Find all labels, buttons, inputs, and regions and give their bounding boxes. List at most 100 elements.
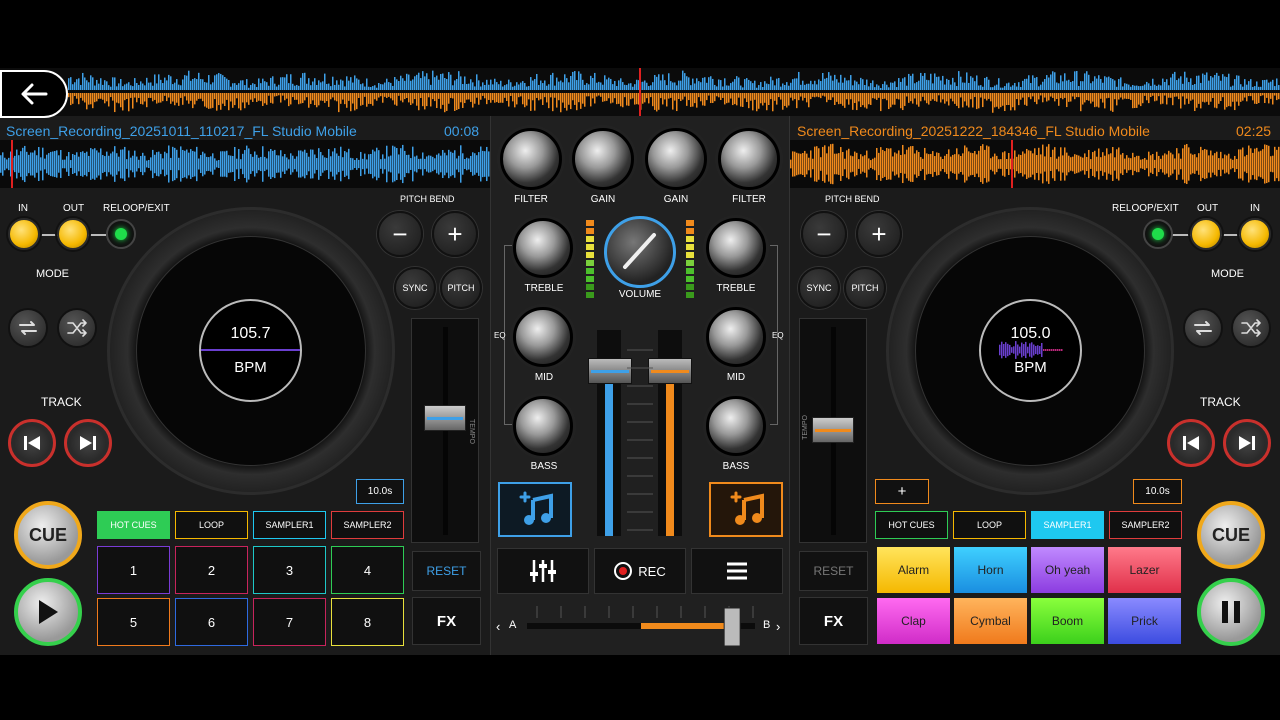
- hot-cue-pad-4[interactable]: 4: [331, 546, 404, 594]
- mixer-settings-button[interactable]: [497, 548, 589, 594]
- waveform-bar: [822, 146, 824, 182]
- hot-cue-pad-3[interactable]: 3: [253, 546, 326, 594]
- pitch-bend-minus-button-right[interactable]: −: [801, 211, 847, 257]
- pitch-button-right[interactable]: PITCH: [844, 267, 886, 309]
- sample-pad-horn[interactable]: Horn: [954, 547, 1027, 593]
- sample-pad-oh-yeah[interactable]: Oh yeah: [1031, 547, 1104, 593]
- waveform-bar: [384, 93, 386, 97]
- waveform-bar: [866, 150, 868, 178]
- overview-waveform[interactable]: [0, 68, 1280, 116]
- master-volume-knob[interactable]: [604, 216, 676, 288]
- menu-button[interactable]: [691, 548, 783, 594]
- reloop-button-left[interactable]: [106, 219, 136, 249]
- play-button-left[interactable]: [14, 578, 82, 646]
- waveform-bar: [782, 93, 784, 110]
- tab-sampler2-right[interactable]: SAMPLER2: [1109, 511, 1182, 539]
- crossfader-right-arrow[interactable]: ›: [776, 619, 780, 634]
- right-track-title: Screen_Recording_20251222_184346_FL Stud…: [797, 123, 1150, 139]
- previous-track-button-right[interactable]: [1167, 419, 1215, 467]
- gain-knob-right[interactable]: [645, 128, 707, 190]
- pitch-bend-plus-button-left[interactable]: +: [432, 211, 478, 257]
- waveform-bar: [1264, 79, 1266, 90]
- plus-icon: +: [871, 218, 887, 249]
- waveform-bar: [582, 93, 584, 104]
- waveform-bar: [514, 93, 516, 108]
- right-deck-waveform[interactable]: [790, 140, 1280, 188]
- load-track-button-left[interactable]: [498, 482, 572, 537]
- in-button-right[interactable]: [1239, 218, 1271, 250]
- sample-pad-lazer[interactable]: Lazer: [1108, 547, 1181, 593]
- hot-cue-pad-8[interactable]: 8: [331, 598, 404, 646]
- bass-knob-left[interactable]: [513, 396, 573, 456]
- tempo-handle-right[interactable]: [812, 417, 854, 443]
- record-button[interactable]: REC: [594, 548, 686, 594]
- sample-pad-boom[interactable]: Boom: [1031, 598, 1104, 644]
- mid-knob-right[interactable]: [706, 307, 766, 367]
- cue-button-left[interactable]: CUE: [14, 501, 82, 569]
- hot-cue-pad-7[interactable]: 7: [253, 598, 326, 646]
- filter-knob-left[interactable]: [500, 128, 562, 190]
- crossfader-left-arrow[interactable]: ‹: [496, 619, 500, 634]
- sample-pad-prick[interactable]: Prick: [1108, 598, 1181, 644]
- sample-pad-alarm[interactable]: Alarm: [877, 547, 950, 593]
- tab-hot-cues-right[interactable]: HOT CUES: [875, 511, 948, 539]
- mid-knob-left[interactable]: [513, 307, 573, 367]
- out-button-left[interactable]: [57, 218, 89, 250]
- repeat-mode-button-left[interactable]: [8, 308, 48, 348]
- hot-cue-pad-6[interactable]: 6: [175, 598, 248, 646]
- reset-button-right[interactable]: RESET: [799, 551, 868, 591]
- add-sample-button-right[interactable]: +: [875, 479, 929, 504]
- fx-button-left[interactable]: FX: [412, 597, 481, 645]
- tab-sampler2-left[interactable]: SAMPLER2: [331, 511, 404, 539]
- left-deck-waveform[interactable]: [0, 140, 490, 188]
- treble-knob-left[interactable]: [513, 218, 573, 278]
- waveform-bar: [206, 156, 208, 172]
- tab-hot-cues-left[interactable]: HOT CUES: [97, 511, 170, 539]
- gain-knob-left[interactable]: [572, 128, 634, 190]
- waveform-bar: [212, 153, 214, 175]
- sync-button-left[interactable]: SYNC: [394, 267, 436, 309]
- back-button[interactable]: [0, 70, 68, 118]
- fx-button-right[interactable]: FX: [799, 597, 868, 645]
- shuffle-mode-button-left[interactable]: [57, 308, 97, 348]
- next-track-button-left[interactable]: [64, 419, 112, 467]
- waveform-bar: [530, 77, 532, 90]
- hot-cue-pad-5[interactable]: 5: [97, 598, 170, 646]
- tab-sampler1-left[interactable]: SAMPLER1: [253, 511, 326, 539]
- sync-button-right[interactable]: SYNC: [798, 267, 840, 309]
- in-button-left[interactable]: [8, 218, 40, 250]
- tab-sampler1-right[interactable]: SAMPLER1: [1031, 511, 1104, 539]
- pitch-button-left[interactable]: PITCH: [440, 267, 482, 309]
- pause-button-right[interactable]: [1197, 578, 1265, 646]
- pitch-bend-plus-button-right[interactable]: +: [856, 211, 902, 257]
- tempo-slider-left[interactable]: TEMPO: [411, 318, 479, 543]
- sample-pad-clap[interactable]: Clap: [877, 598, 950, 644]
- tab-loop-right[interactable]: LOOP: [953, 511, 1026, 539]
- next-track-button-right[interactable]: [1223, 419, 1271, 467]
- waveform-bar: [196, 79, 198, 90]
- crossfader[interactable]: [527, 604, 755, 648]
- previous-track-button-left[interactable]: [8, 419, 56, 467]
- bass-knob-right[interactable]: [706, 396, 766, 456]
- vu-meter-left: [586, 220, 594, 300]
- hot-cue-pad-2[interactable]: 2: [175, 546, 248, 594]
- hot-cue-pad-1[interactable]: 1: [97, 546, 170, 594]
- pitch-bend-minus-button-left[interactable]: −: [377, 211, 423, 257]
- waveform-bar: [960, 93, 962, 98]
- loop-time-left[interactable]: 10.0s: [356, 479, 404, 504]
- load-track-button-right[interactable]: [709, 482, 783, 537]
- out-button-right[interactable]: [1190, 218, 1222, 250]
- sample-pad-cymbal[interactable]: Cymbal: [954, 598, 1027, 644]
- filter-knob-right[interactable]: [718, 128, 780, 190]
- waveform-bar: [644, 80, 646, 90]
- tempo-slider-right[interactable]: TEMPO: [799, 318, 867, 543]
- treble-knob-right[interactable]: [706, 218, 766, 278]
- cue-button-right[interactable]: CUE: [1197, 501, 1265, 569]
- loop-time-right[interactable]: 10.0s: [1133, 479, 1182, 504]
- reloop-button-right[interactable]: [1143, 219, 1173, 249]
- tempo-handle-left[interactable]: [424, 405, 466, 431]
- shuffle-mode-button-right[interactable]: [1231, 308, 1271, 348]
- tab-loop-left[interactable]: LOOP: [175, 511, 248, 539]
- repeat-mode-button-right[interactable]: [1183, 308, 1223, 348]
- reset-button-left[interactable]: RESET: [412, 551, 481, 591]
